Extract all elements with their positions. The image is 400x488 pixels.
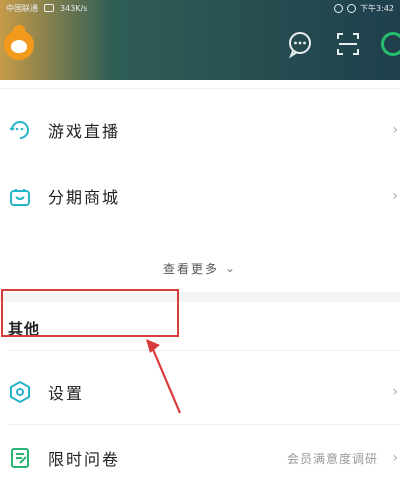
list-item-label: 限时问卷	[48, 450, 121, 469]
list-item-installment-mall[interactable]: 分期商城 ›	[0, 168, 400, 224]
game-live-icon	[8, 118, 32, 142]
alarm-icon	[347, 3, 357, 13]
list-item-label: 设置	[48, 384, 85, 403]
view-more-label: 查看更多	[162, 261, 219, 276]
list-item-survey[interactable]: 限时问卷 会员满意度调研 ›	[0, 430, 400, 486]
list-item-label: 游戏直播	[48, 122, 121, 141]
chevron-right-icon: ›	[392, 122, 398, 138]
carrier-text: 中国联通	[6, 3, 38, 13]
chevron-right-icon: ›	[392, 384, 398, 400]
section-divider	[8, 350, 400, 351]
settings-highlight-box	[1, 289, 179, 337]
list-item-settings[interactable]: 设置 ›	[0, 364, 400, 420]
chat-bubble-icon[interactable]	[286, 30, 314, 59]
status-bar: 中国联通 343K/s 下午3:42	[0, 0, 400, 16]
orange-mascot-icon[interactable]	[4, 30, 34, 60]
list-item-label: 分期商城	[48, 188, 121, 207]
chevron-right-icon: ›	[392, 450, 398, 466]
chevron-right-icon: ›	[392, 188, 398, 204]
green-ring-icon[interactable]	[381, 32, 400, 56]
shopping-bag-icon	[8, 184, 32, 208]
settings-hexagon-icon	[8, 380, 32, 404]
survey-hint: 会员满意度调研	[286, 451, 378, 466]
view-more-button[interactable]: 查看更多 ⌄	[0, 248, 400, 288]
signal-icon	[44, 4, 54, 12]
main-content: 游戏直播 › 分期商城 › 查看更多 ⌄ 其他 设置 › 限时问卷 会员满意度调…	[0, 80, 400, 488]
network-speed: 343K/s	[60, 3, 88, 13]
row-divider	[8, 424, 400, 425]
survey-icon	[8, 446, 32, 470]
list-item-game-live[interactable]: 游戏直播 ›	[0, 102, 400, 158]
app-header: 中国联通 343K/s 下午3:42	[0, 0, 400, 80]
clock-text: 下午3:42	[360, 3, 394, 13]
eye-icon	[334, 3, 344, 13]
scan-icon[interactable]	[334, 30, 362, 58]
top-divider	[0, 88, 400, 89]
chevron-down-icon: ⌄	[224, 261, 238, 275]
